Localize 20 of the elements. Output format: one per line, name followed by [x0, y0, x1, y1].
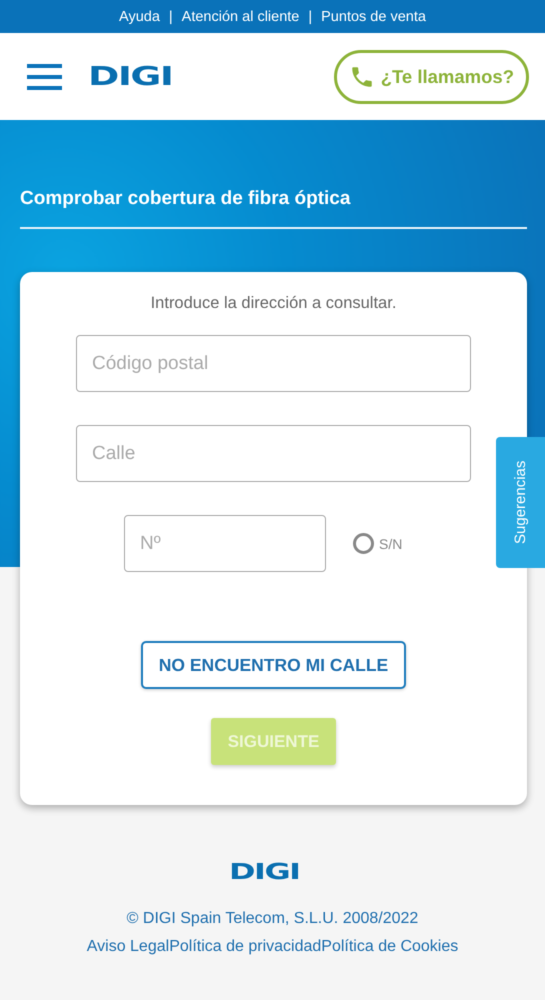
- separator: |: [308, 8, 312, 24]
- footer-logo: DIGI: [229, 862, 300, 884]
- suggestions-tab[interactable]: Sugerencias: [496, 437, 545, 568]
- logo[interactable]: DIGI: [88, 64, 172, 90]
- no-number-radio[interactable]: S/N: [353, 533, 402, 554]
- menu-icon[interactable]: [27, 64, 62, 90]
- separator: |: [168, 8, 173, 24]
- top-link[interactable]: Puntos de venta: [321, 8, 426, 24]
- postal-code-field[interactable]: Código postal: [76, 335, 471, 392]
- form-intro: Introduce la dirección a consultar.: [150, 294, 396, 313]
- top-link[interactable]: Atención al cliente: [182, 8, 300, 24]
- street-not-found-button[interactable]: NO ENCUENTRO MI CALLE: [140, 641, 406, 689]
- copyright-text: © DIGI Spain Telecom, S.L.U. 2008/2022: [126, 910, 418, 928]
- street-field[interactable]: Calle: [76, 425, 471, 482]
- top-link[interactable]: Ayuda: [119, 8, 160, 24]
- page-title: Comprobar cobertura de fibra óptica: [20, 188, 527, 229]
- footer-link[interactable]: Aviso Legal: [86, 938, 170, 956]
- footer-link[interactable]: Política de Cookies: [321, 938, 458, 956]
- footer-link[interactable]: Política de privacidad: [169, 938, 322, 956]
- number-field[interactable]: Nº: [124, 515, 326, 572]
